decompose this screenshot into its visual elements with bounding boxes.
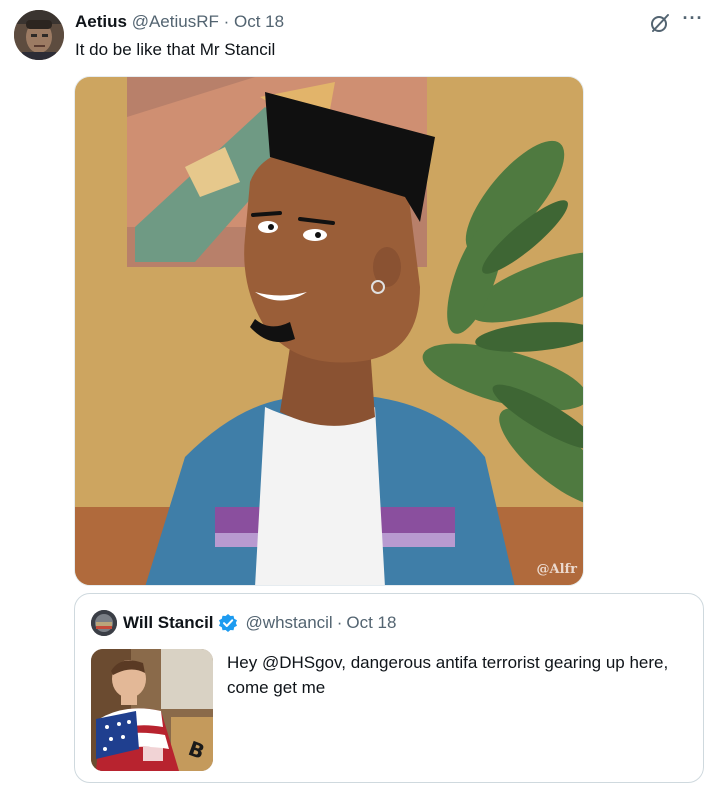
cartoon-character-image (75, 77, 583, 585)
quoted-header-separator: · (336, 613, 343, 632)
quoted-tweet-text: Hey @DHSgov, dangerous antifa terrorist … (227, 653, 669, 697)
media-watermark: @Alfr (536, 562, 577, 577)
header-separator: · (223, 12, 230, 31)
quoted-tweet-header: Will Stancil @whstancil · Oct 18 (123, 612, 396, 634)
verified-badge-icon (218, 613, 238, 633)
quoted-author-name[interactable]: Will Stancil (123, 612, 214, 634)
quoted-tweet[interactable]: Will Stancil @whstancil · Oct 18 B Hey @… (74, 593, 704, 783)
tweet-date[interactable]: Oct 18 (234, 12, 284, 31)
avatar-image (14, 10, 64, 60)
quoted-tweet-date[interactable]: Oct 18 (346, 612, 396, 634)
quoted-author-avatar[interactable] (91, 610, 117, 636)
grok-icon[interactable] (649, 12, 671, 34)
tweet-header: Aetius @AetiusRF · Oct 18 (75, 12, 284, 32)
author-avatar[interactable] (14, 10, 64, 60)
tweet-media[interactable]: @Alfr (74, 76, 584, 586)
author-name[interactable]: Aetius (75, 12, 127, 31)
quoted-photo-image: B (91, 649, 213, 771)
more-options-icon[interactable]: ··· (681, 9, 705, 31)
tweet-text: It do be like that Mr Stancil (75, 40, 276, 59)
quoted-tweet-thumbnail[interactable]: B (91, 649, 213, 771)
quoted-author-handle[interactable]: @whstancil (246, 612, 333, 634)
quoted-avatar-image (91, 610, 117, 636)
author-handle[interactable]: @AetiusRF (132, 12, 219, 31)
